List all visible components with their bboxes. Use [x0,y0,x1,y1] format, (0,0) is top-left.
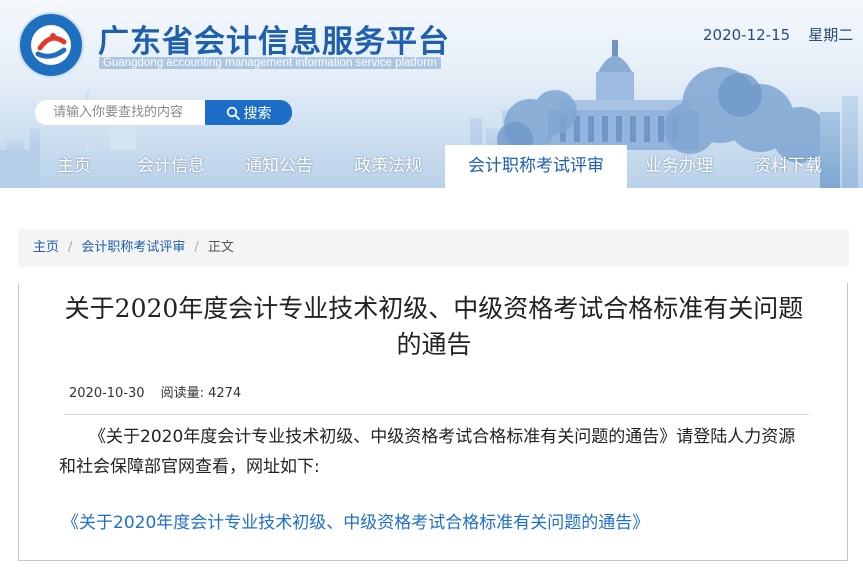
read-count-label: 阅读量: [160,386,204,401]
nav-item-services[interactable]: 业务办理 [645,145,713,188]
nav-item-home[interactable]: 主页 [57,145,91,188]
search-button-label: 搜索 [243,105,272,122]
article-date: 2020-10-30 [69,386,145,401]
nav-item-accounting-info[interactable]: 会计信息 [137,145,205,188]
current-date: 2020-12-15 星期二 [703,24,853,45]
weekday-text: 星期二 [808,26,854,44]
article-title: 关于2020年度会计专业技术初级、中级资格考试合格标准有关问题的通告 [64,294,804,359]
nav-item-exam-review[interactable]: 会计职称考试评审 [445,145,627,188]
site-subtitle: Guangdong accounting management informat… [99,57,441,69]
main-nav: 主页 会计信息 通知公告 政策法规 会计职称考试评审 业务办理 资料下载 [0,145,863,188]
nav-item-downloads[interactable]: 资料下载 [754,145,822,188]
search-button[interactable]: 搜索 [205,100,292,125]
site-title: 广东省会计信息服务平台 [98,24,450,60]
site-header: 广东省会计信息服务平台 Guangdong accounting managem… [0,0,863,188]
date-text: 2020-12-15 [703,26,791,44]
search-bar: 搜索 [35,100,292,125]
read-count: 4274 [208,386,242,401]
nav-item-policies[interactable]: 政策法规 [354,145,422,188]
article-paragraph: 《关于2020年度会计专业技术初级、中级资格考试合格标准有关问题的通告》请登陆人… [59,427,796,477]
notice-link[interactable]: 《关于2020年度会计专业技术初级、中级资格考试合格标准有关问题的通告》 [62,508,649,533]
breadcrumb-home[interactable]: 主页 [33,240,59,255]
breadcrumb-separator: / [194,240,199,255]
breadcrumb-separator: / [68,240,73,255]
breadcrumb-exam-review[interactable]: 会计职称考试评审 [81,240,185,255]
article-panel: 关于2020年度会计专业技术初级、中级资格考试合格标准有关问题的通告 2020-… [18,283,848,561]
article-meta: 2020-10-30 阅读量: 4274 [69,382,241,401]
site-logo[interactable] [18,12,84,78]
nav-item-notices[interactable]: 通知公告 [245,145,313,188]
search-input[interactable] [35,100,205,125]
search-icon [226,106,240,120]
meta-divider [65,414,809,415]
breadcrumb: 主页 / 会计职称考试评审 / 正文 [18,229,849,267]
breadcrumb-current: 正文 [207,240,234,255]
